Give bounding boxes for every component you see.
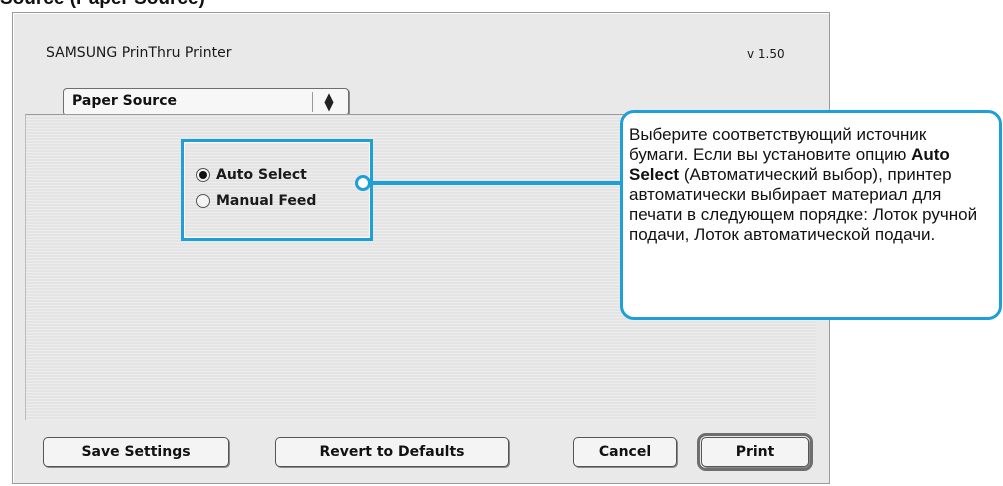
popup-divider [312,92,313,112]
top-fragment: Source (Paper Source) [0,0,420,10]
revert-to-defaults-button[interactable]: Revert to Defaults [275,437,509,467]
radio-label-auto-select: Auto Select [216,167,307,183]
radio-button-unchecked[interactable] [196,194,210,208]
up-down-arrows-icon: ▲ ▼ [324,90,334,113]
radio-manual-feed[interactable]: Manual Feed [196,190,316,212]
callout-connector-dot [355,175,371,191]
radio-label-manual-feed: Manual Feed [216,193,317,209]
panel-popup-menu[interactable]: Paper Source ▲ ▼ [63,88,349,116]
callout-connector-line [368,181,622,185]
callout-text-part2: (Автоматический выбор), принтер автомати… [629,165,978,244]
radio-auto-select[interactable]: Auto Select [196,164,307,186]
radio-button-checked[interactable] [196,168,210,182]
paper-source-radio-group: Auto Select Manual Feed [181,139,373,241]
panel-popup-label: Paper Source [72,93,177,109]
callout-text-part1: Выберите соответствующий источник бумаги… [629,125,927,164]
print-button[interactable]: Print [697,433,813,471]
callout-box: Выберите соответствующий источник бумаги… [620,110,1002,320]
cancel-button[interactable]: Cancel [573,437,677,467]
save-settings-button[interactable]: Save Settings [43,437,229,467]
dialog-title: SAMSUNG PrinThru Printer [46,45,232,61]
version-label: v 1.50 [747,47,785,61]
